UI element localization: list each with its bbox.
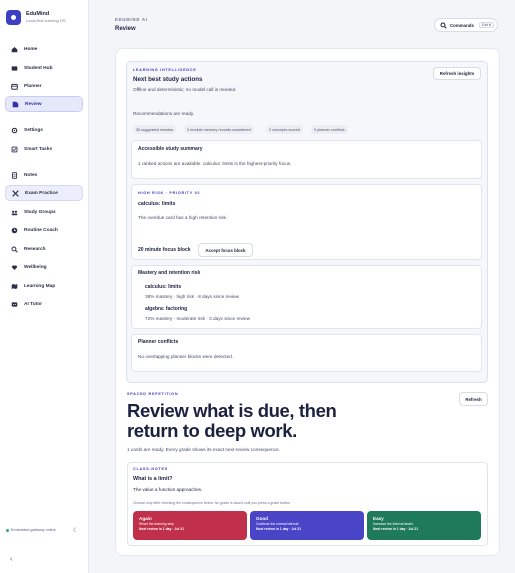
sidebar-item-study-groups[interactable]: Study Groups bbox=[5, 204, 83, 220]
conflicts-text: No overlapping planner blocks were detec… bbox=[138, 354, 234, 359]
mastery-item-detail: 72% mastery · moderate risk · 3 days sin… bbox=[145, 316, 250, 321]
sidebar-item-label: Settings bbox=[24, 127, 43, 133]
sidebar-item-learning-map[interactable]: Learning Map bbox=[5, 278, 83, 294]
chip-memory-records: 2 module memory records considered bbox=[184, 125, 254, 134]
spaced-status: 1 cards are ready. Every grade shows its… bbox=[127, 447, 280, 452]
chip-suggested-minutes: 30 suggested minutes bbox=[133, 125, 177, 134]
exam-icon bbox=[12, 189, 19, 197]
sidebar-item-label: Exam Practice bbox=[25, 190, 58, 196]
commands-label: Commands bbox=[450, 22, 474, 28]
sidebar-item-label: Notes bbox=[24, 172, 38, 178]
focus-block-label: 20 minute focus block bbox=[138, 247, 191, 253]
header-eyebrow: EDUMIND AI bbox=[115, 17, 148, 22]
grade-next: Next review in 1 day · Jul 21 bbox=[373, 527, 419, 531]
learning-subtitle: Offline and deterministic; no model call… bbox=[133, 87, 237, 92]
sidebar-item-label: Student Hub bbox=[24, 65, 53, 71]
conflicts-title: Planner conflicts bbox=[138, 339, 179, 345]
map-icon bbox=[11, 283, 18, 290]
learning-eyebrow: LEARNING INTELLIGENCE bbox=[133, 68, 197, 72]
commands-button[interactable]: Commands Ctrl K bbox=[434, 18, 498, 32]
sidebar-item-wellbeing[interactable]: Wellbeing bbox=[5, 259, 83, 275]
chip-concepts-scored: 2 concepts scored bbox=[266, 125, 303, 134]
sidebar-item-ai-tutor[interactable]: AI Tutor bbox=[5, 296, 83, 312]
gear-icon bbox=[11, 127, 18, 134]
sidebar-item-label: Learning Map bbox=[24, 283, 56, 289]
mastery-item-name: calculus: limits bbox=[145, 284, 182, 290]
spaced-headline: Review what is due, then return to deep … bbox=[127, 400, 337, 441]
flashcard-question: What is a limit? bbox=[133, 476, 173, 482]
grade-again-button[interactable]: Again Reset the learning step Next revie… bbox=[133, 511, 247, 540]
tasks-icon bbox=[11, 146, 18, 153]
sidebar-item-label: Research bbox=[24, 246, 46, 252]
sidebar-item-settings[interactable]: Settings bbox=[5, 122, 83, 138]
grade-good-button[interactable]: Good Continue the normal interval Next r… bbox=[250, 511, 364, 540]
sidebar-item-label: Routine Coach bbox=[24, 227, 58, 233]
priority-text: The overdue card has a high retention ri… bbox=[138, 215, 228, 220]
sidebar-item-research[interactable]: Research bbox=[5, 241, 83, 257]
sidebar-item-home[interactable]: Home bbox=[5, 41, 83, 57]
summary-text: 1 ranked actions are available. calculus… bbox=[138, 161, 292, 166]
sidebar-item-label: Home bbox=[24, 46, 38, 52]
planner-conflicts-card bbox=[131, 334, 482, 372]
brand-subtitle: Local-first learning OS bbox=[26, 18, 66, 23]
sidebar-item-smart-tasks[interactable]: Smart Tasks bbox=[5, 141, 83, 157]
research-icon bbox=[11, 245, 18, 253]
sidebar-item-routine-coach[interactable]: Routine Coach bbox=[5, 222, 83, 238]
page-title: Review bbox=[115, 26, 136, 32]
brand-name: EduMind bbox=[26, 11, 50, 17]
grade-next: Next review in 1 day · Jul 21 bbox=[139, 527, 185, 531]
search-icon bbox=[440, 21, 447, 29]
gateway-status: Embedded gateway online bbox=[6, 528, 56, 532]
notes-icon bbox=[11, 171, 18, 179]
moon-icon[interactable]: ☾ bbox=[73, 527, 78, 534]
brand-logo-icon bbox=[6, 10, 21, 25]
priority-eyebrow: HIGH RISK · PRIORITY 92 bbox=[138, 191, 201, 195]
sidebar-item-label: Study Groups bbox=[24, 209, 56, 215]
flashcard-answer: The value a function approaches. bbox=[133, 487, 203, 492]
sidebar-item-exam-practice[interactable]: Exam Practice bbox=[5, 185, 83, 201]
calendar-icon bbox=[11, 83, 18, 90]
brand: EduMind Local-first learning OS bbox=[6, 10, 66, 25]
flashcard-tag: CLASS-NOTES bbox=[133, 467, 168, 471]
sidebar-item-notes[interactable]: Notes bbox=[5, 167, 83, 183]
refresh-insights-button[interactable]: Refresh insights bbox=[433, 67, 481, 80]
hub-icon bbox=[11, 65, 18, 72]
accept-focus-block-button[interactable]: Accept focus block bbox=[198, 243, 253, 257]
learning-status: Recommendations are ready. bbox=[133, 111, 195, 116]
sidebar-item-label: Review bbox=[25, 101, 42, 107]
home-icon bbox=[11, 46, 18, 53]
mastery-item-detail: 38% mastery · high risk · 8 days since r… bbox=[145, 294, 240, 299]
commands-shortcut: Ctrl K bbox=[478, 22, 495, 28]
refresh-button[interactable]: Refresh bbox=[459, 392, 488, 406]
chip-planner-conflicts: 0 planner conflicts bbox=[311, 125, 348, 134]
sidebar-item-label: Planner bbox=[24, 83, 42, 89]
gateway-status-text: Embedded gateway online bbox=[11, 528, 56, 532]
summary-title: Accessible study summary bbox=[138, 146, 203, 152]
clock-icon bbox=[11, 227, 18, 234]
grade-easy-button[interactable]: Easy Increase the interval faster Next r… bbox=[367, 511, 481, 540]
mastery-item-name: algebra: factoring bbox=[145, 306, 188, 312]
sidebar-item-review[interactable]: Review bbox=[5, 96, 83, 112]
priority-title: calculus: limits bbox=[138, 201, 176, 207]
sidebar-item-label: AI Tutor bbox=[24, 301, 43, 307]
tutor-icon bbox=[11, 301, 18, 308]
collapse-sidebar-icon[interactable]: ‹ bbox=[10, 556, 12, 563]
sidebar-item-planner[interactable]: Planner bbox=[5, 78, 83, 94]
sidebar-item-label: Smart Tasks bbox=[24, 146, 53, 152]
mastery-title: Mastery and retention risk bbox=[138, 270, 201, 276]
group-icon bbox=[11, 209, 18, 216]
review-icon bbox=[12, 101, 19, 108]
flashcard-hint: Choose only after checking the consequen… bbox=[133, 501, 291, 505]
learning-title: Next best study actions bbox=[133, 76, 203, 83]
grade-next: Next review in 1 day · Jul 21 bbox=[256, 527, 302, 531]
spaced-eyebrow: SPACED REPETITION bbox=[127, 392, 179, 396]
sidebar-item-label: Wellbeing bbox=[24, 264, 47, 270]
online-dot-icon bbox=[6, 528, 9, 532]
sidebar: EduMind Local-first learning OS Home Stu… bbox=[0, 0, 89, 573]
heart-icon bbox=[11, 264, 18, 271]
sidebar-item-student-hub[interactable]: Student Hub bbox=[5, 60, 83, 76]
